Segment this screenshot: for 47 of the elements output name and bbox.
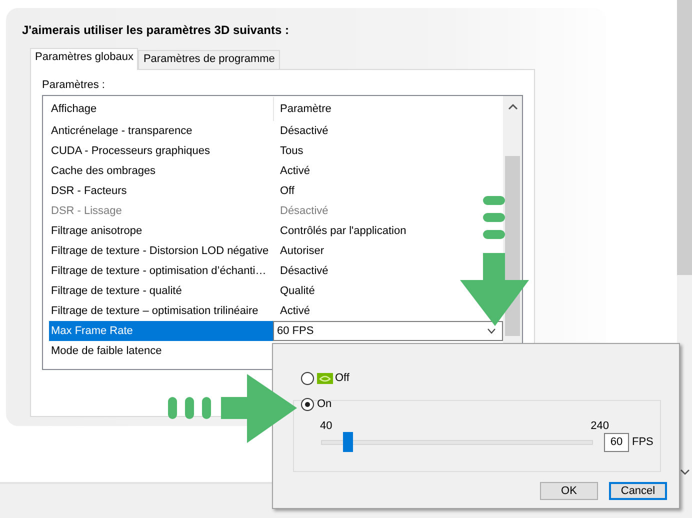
page-scrollbar[interactable] — [677, 0, 692, 518]
radio-button[interactable] — [301, 398, 314, 410]
column-header[interactable]: Affichage — [49, 97, 274, 121]
table-cell[interactable]: DSR - Facteurs — [49, 181, 273, 201]
scroll-up-icon[interactable] — [508, 103, 518, 111]
table-cell-text: Qualité — [279, 284, 315, 299]
settings-label: Paramètres : — [42, 79, 106, 93]
dialog-button[interactable]: OK — [540, 482, 598, 500]
table-cell[interactable]: CUDA - Processeurs graphiques — [49, 141, 273, 161]
table-cell[interactable]: Filtrage de texture - qualité — [49, 281, 273, 301]
dropdown-value: 60 FPS — [277, 324, 314, 339]
table-cell[interactable]: Cache des ombrages — [49, 161, 273, 181]
dialog-button[interactable]: Cancel — [609, 482, 667, 500]
table-cell-text: Off — [279, 184, 294, 199]
table-cell-text: Activé — [279, 304, 310, 319]
tab[interactable]: Paramètres globaux — [30, 48, 138, 70]
section-heading: J'aimerais utiliser les paramètres 3D suivants : — [22, 23, 290, 37]
value-dropdown[interactable]: 60 FPS — [273, 321, 503, 341]
eye-logo-icon — [317, 372, 333, 384]
table-cell[interactable]: Filtrage anisotrope — [49, 221, 273, 241]
table-cell-text: Contrôlés par l'application — [279, 224, 406, 239]
tab[interactable]: Paramètres de programme — [138, 50, 280, 69]
table-cell[interactable]: Mode de faible latence — [49, 341, 273, 361]
option-label[interactable]: Off — [335, 372, 350, 384]
slider-thumb[interactable] — [343, 432, 354, 452]
table-cell-text: Tous — [279, 144, 304, 159]
table-cell-text: Autoriser — [279, 244, 324, 259]
value-field[interactable]: 60 — [604, 432, 629, 452]
table-cell-text: Désactivé — [279, 204, 328, 219]
table-cell-text: Désactivé — [279, 124, 328, 139]
slider-max-label: 240 — [590, 420, 609, 432]
slider-min-label: 40 — [320, 420, 332, 432]
table-cell-text: Désactivé — [279, 264, 328, 279]
column-header[interactable]: Paramètre — [274, 97, 502, 121]
table-cell[interactable]: Filtrage de texture – optimisation trilinéaire — [49, 301, 273, 321]
table-cell-text: Activé — [279, 164, 310, 179]
slider[interactable] — [321, 432, 593, 452]
scroll-down-icon[interactable] — [680, 468, 690, 476]
radio-button[interactable] — [301, 372, 314, 384]
chevron-down-icon[interactable] — [487, 328, 496, 334]
table-cell[interactable]: Filtrage de texture - optimisation d’échanti… — [49, 261, 273, 281]
table-cell[interactable]: Anticrénelage - transparence — [49, 121, 273, 141]
scrollbar-thumb[interactable] — [677, 0, 692, 275]
table-cell[interactable]: Filtrage de texture - Distorsion LOD négative — [49, 241, 273, 261]
option-label[interactable]: On — [317, 398, 332, 410]
table-cell[interactable]: Max Frame Rate — [49, 321, 273, 341]
unit-label: FPS — [632, 436, 654, 448]
